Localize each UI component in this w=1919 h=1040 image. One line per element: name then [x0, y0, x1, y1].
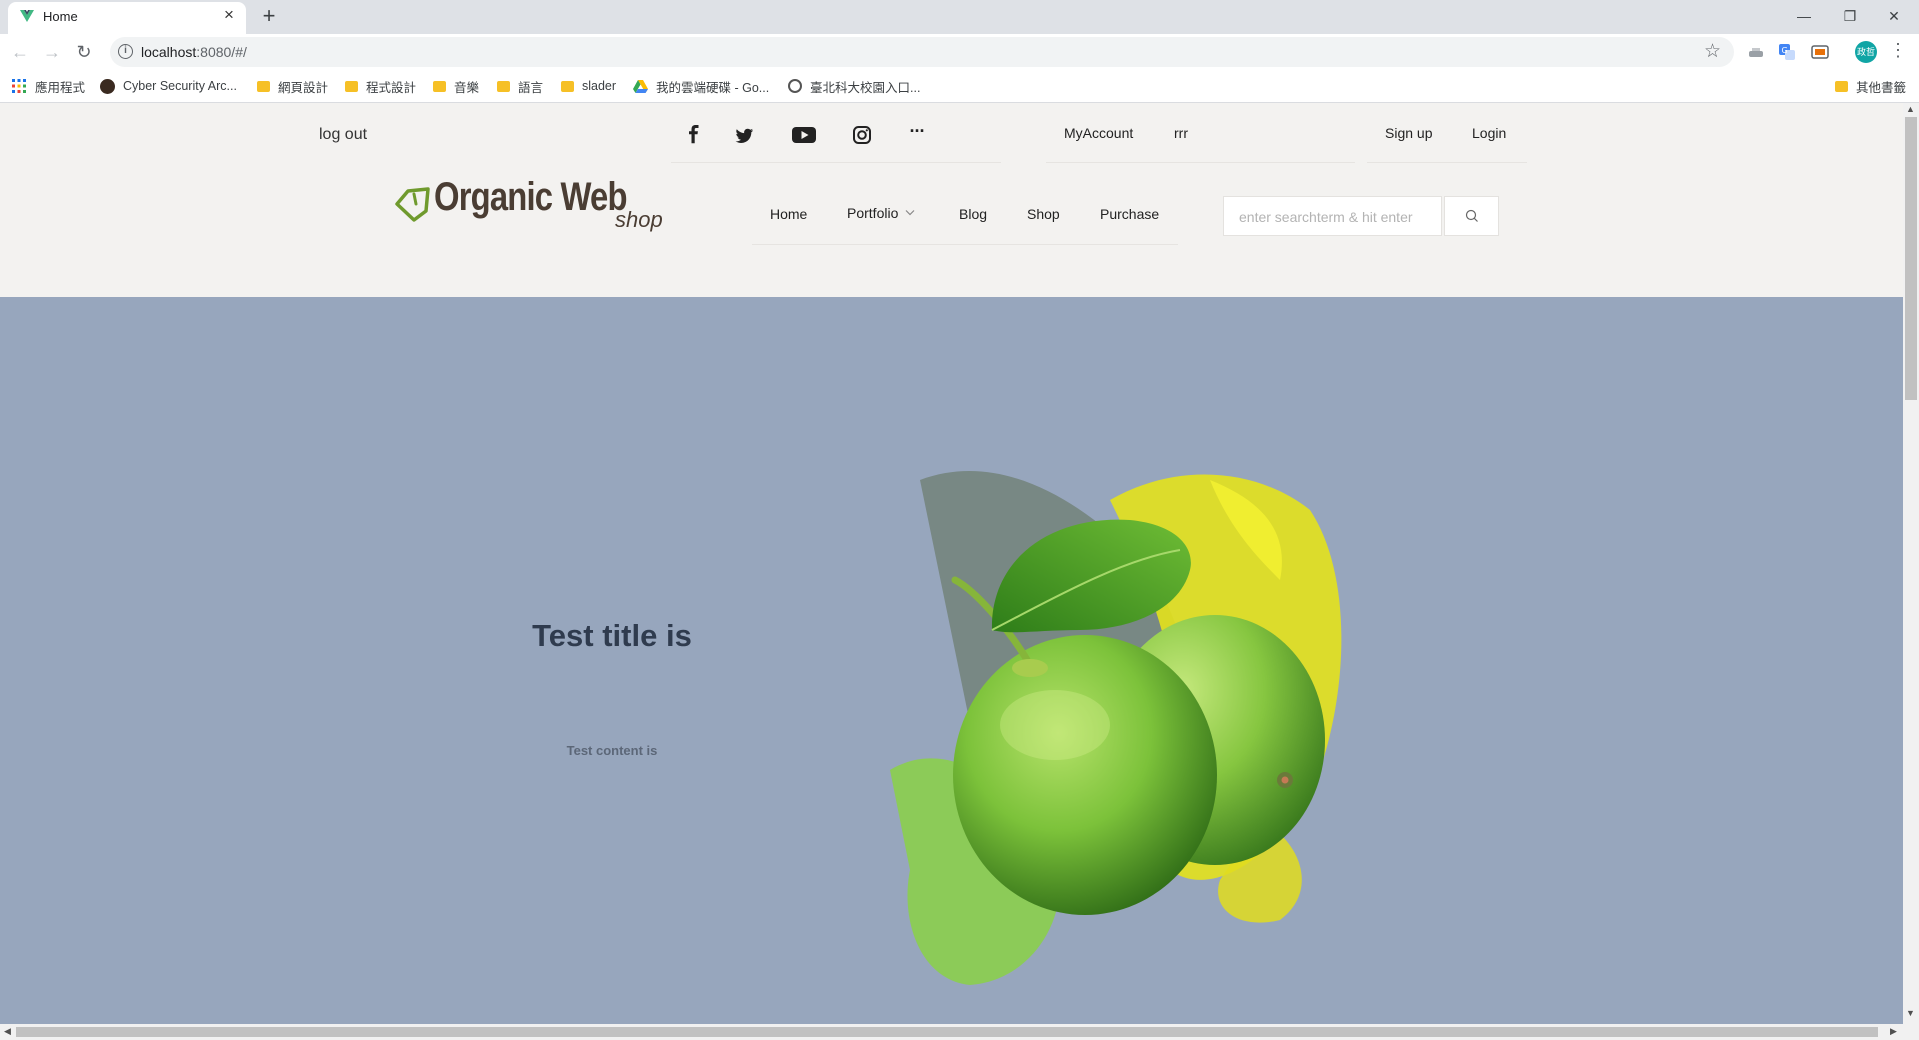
nav-underline	[752, 244, 1178, 245]
new-tab-button[interactable]: +	[258, 5, 280, 27]
folder-icon	[433, 80, 446, 92]
chevron-down-icon[interactable]	[905, 209, 915, 216]
instagram-icon[interactable]	[849, 124, 875, 146]
bookmark-ntut-portal[interactable]: 臺北科大校園入口...	[788, 77, 920, 95]
apps-grid-icon	[12, 79, 26, 93]
login-link[interactable]: Login	[1472, 125, 1506, 141]
bookmark-folder-programming[interactable]: 程式設計	[345, 77, 416, 95]
hero-lime-image	[890, 471, 1342, 985]
search-icon	[1465, 209, 1478, 222]
forward-arrow-icon[interactable]: →	[40, 40, 64, 64]
nav-shop[interactable]: Shop	[1027, 206, 1060, 222]
url-text[interactable]: localhost:8080/#/	[141, 44, 247, 60]
tab-close-icon[interactable]: ×	[220, 6, 238, 24]
hero-content: Test content is	[566, 743, 658, 758]
bookmark-cyber-security[interactable]: Cyber Security Arc...	[100, 77, 237, 95]
cast-icon[interactable]	[1810, 42, 1830, 62]
bookmark-label: 網頁設計	[278, 80, 329, 95]
twitter-icon[interactable]	[732, 124, 758, 146]
divider	[1367, 162, 1527, 163]
info-icon[interactable]: i	[118, 44, 133, 59]
google-drive-icon	[633, 79, 648, 93]
nav-portfolio[interactable]: Portfolio	[847, 205, 898, 221]
folder-icon	[561, 80, 574, 92]
folder-icon	[497, 80, 510, 92]
scroll-up-arrow-icon[interactable]: ▲	[1906, 104, 1915, 114]
bookmark-folder-other[interactable]: 其他書籤	[1835, 77, 1906, 95]
vertical-scroll-thumb[interactable]	[1905, 117, 1917, 400]
logo-subtitle: shop	[615, 207, 663, 232]
globe-icon	[788, 79, 802, 93]
horizontal-scroll-thumb[interactable]	[16, 1027, 1878, 1037]
facebook-icon[interactable]	[681, 124, 707, 146]
back-arrow-icon[interactable]: ←	[8, 40, 32, 64]
bookmark-label: 我的雲端硬碟 - Go...	[656, 80, 770, 95]
extension-icon[interactable]	[1746, 42, 1766, 62]
bookmark-label: 程式設計	[366, 80, 417, 95]
restore-button[interactable]: ❐	[1830, 2, 1870, 30]
logout-link[interactable]: log out	[319, 126, 367, 144]
bookmark-label: Cyber Security Arc...	[123, 79, 237, 93]
bookmark-label: slader	[582, 79, 617, 93]
logo-title[interactable]: Organic Web	[434, 175, 628, 220]
url-host: localhost	[141, 44, 197, 60]
bookmark-google-drive[interactable]: 我的雲端硬碟 - Go...	[633, 77, 769, 95]
url-path: :8080/#/	[196, 44, 247, 60]
more-social-icon[interactable]: ···	[904, 121, 930, 143]
folder-icon	[257, 80, 270, 92]
search-input[interactable]	[1224, 197, 1446, 237]
profile-avatar[interactable]: 政哲	[1855, 41, 1877, 63]
bookmark-label: 臺北科大校園入口...	[810, 80, 921, 95]
bookmark-folder-web-design[interactable]: 網頁設計	[257, 77, 328, 95]
address-bar[interactable]	[110, 37, 1734, 67]
site-icon	[100, 78, 115, 94]
bookmark-label: 應用程式	[35, 80, 86, 95]
browser-tab-strip	[0, 0, 1919, 34]
bookmark-label: 語言	[518, 80, 544, 95]
divider	[1046, 162, 1355, 163]
nav-purchase[interactable]: Purchase	[1100, 206, 1159, 222]
folder-icon	[1835, 80, 1848, 92]
scroll-down-arrow-icon[interactable]: ▼	[1906, 1008, 1915, 1018]
bookmark-folder-language[interactable]: 語言	[497, 77, 543, 95]
minimize-button[interactable]: —	[1784, 2, 1824, 30]
browser-menu-icon[interactable]: ⋮	[1889, 40, 1907, 61]
vue-favicon-icon	[20, 10, 34, 22]
hero-title: Test title is	[532, 618, 692, 653]
translate-icon[interactable]: G	[1777, 42, 1797, 62]
bookmark-label: 其他書籤	[1856, 80, 1907, 95]
youtube-icon[interactable]	[790, 124, 818, 146]
folder-icon	[345, 80, 358, 92]
reload-icon[interactable]: ↻	[72, 40, 96, 64]
bookmark-folder-slader[interactable]: slader	[561, 77, 616, 95]
my-account-link[interactable]: MyAccount	[1064, 125, 1133, 141]
username-link[interactable]: rrr	[1174, 125, 1188, 141]
tab-title: Home	[43, 9, 78, 24]
scroll-left-arrow-icon[interactable]: ◀	[4, 1026, 11, 1037]
nav-blog[interactable]: Blog	[959, 206, 987, 222]
bookmark-apps[interactable]: 應用程式	[12, 77, 85, 95]
scroll-right-arrow-icon[interactable]: ▶	[1890, 1026, 1897, 1037]
nav-home[interactable]: Home	[770, 206, 807, 222]
bookmark-star-icon[interactable]: ☆	[1704, 40, 1721, 63]
svg-text:G: G	[1782, 46, 1788, 55]
bookmark-label: 音樂	[454, 80, 480, 95]
bookmark-folder-music[interactable]: 音樂	[433, 77, 479, 95]
logo-tag-icon	[395, 187, 430, 222]
signup-link[interactable]: Sign up	[1385, 125, 1432, 141]
divider	[671, 162, 1001, 163]
close-window-button[interactable]: ✕	[1874, 2, 1914, 30]
